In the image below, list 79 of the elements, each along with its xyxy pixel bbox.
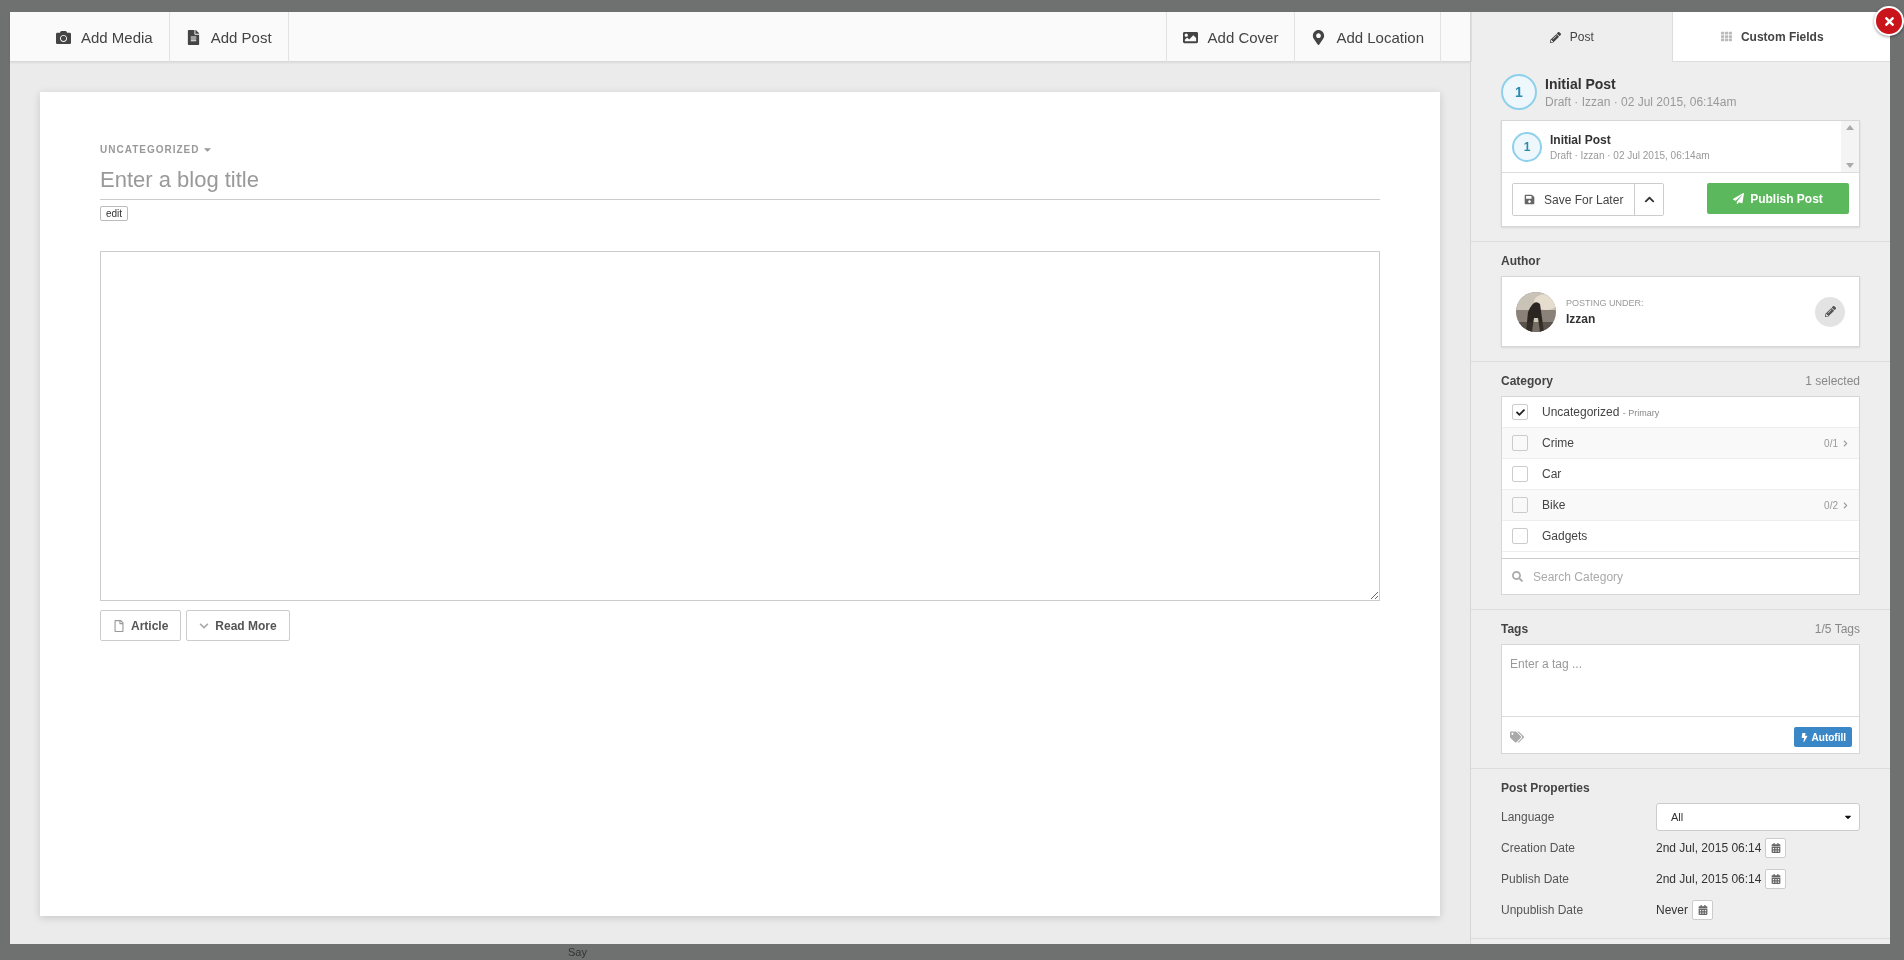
calendar-icon [1697, 905, 1708, 915]
scroll-down-icon[interactable] [1846, 163, 1854, 168]
checkbox[interactable] [1512, 435, 1528, 451]
close-button[interactable] [1874, 6, 1904, 36]
save-icon [1524, 194, 1535, 205]
section-heading: Author [1501, 254, 1541, 268]
category-label: Gadgets [1542, 529, 1589, 543]
editor-button[interactable]: Article [100, 610, 182, 641]
pencil-icon [1824, 306, 1836, 317]
autofill-button[interactable]: Autofill [1793, 727, 1852, 747]
revision-title: Initial Post [1550, 132, 1612, 147]
section-heading: Post Properties [1501, 781, 1590, 795]
revision-meta: Draft · Izzan · 02 Jul 2015, 06:14am [1545, 94, 1737, 109]
checkbox[interactable] [1512, 497, 1528, 513]
send-icon [1733, 193, 1745, 204]
category-label: Uncategorized - Primary [1542, 405, 1661, 419]
author-name: Izzan [1566, 311, 1597, 326]
scrollbar[interactable] [1841, 121, 1859, 172]
image-icon [1182, 29, 1198, 45]
close-icon [1882, 14, 1896, 28]
property-label: Publish Date [1501, 872, 1571, 886]
chevron-right-icon[interactable] [1842, 501, 1849, 509]
bolt-icon [1799, 732, 1809, 742]
revision-title: Initial Post [1545, 75, 1617, 92]
date-value: Never [1656, 903, 1688, 917]
toolbar-button[interactable]: Add Post [169, 12, 289, 62]
calendar-icon [1770, 874, 1781, 884]
expand-button[interactable] [1634, 184, 1664, 215]
chevron-down-icon [199, 620, 210, 631]
search-icon [1512, 571, 1523, 582]
property-label: Creation Date [1501, 841, 1577, 855]
sidebar-tab[interactable]: Post [1471, 12, 1672, 62]
calendar-button[interactable] [1765, 869, 1787, 889]
document-icon [113, 619, 125, 632]
toolbar-button[interactable]: Add Media [40, 12, 170, 62]
chevron-up-icon [1643, 194, 1655, 205]
toolbar-button[interactable]: Add Location [1295, 12, 1441, 62]
author-caption: POSTING UNDER: [1566, 297, 1644, 308]
section-heading: Tags [1501, 622, 1529, 636]
scroll-up-icon[interactable] [1846, 125, 1854, 130]
pencil-icon [1549, 31, 1561, 43]
date-value: 2nd Jul, 2015 06:14 [1656, 872, 1762, 886]
selected-count: 1 selected [1805, 374, 1860, 388]
language-select[interactable]: All [1656, 803, 1860, 831]
revision-number: 1 [1501, 74, 1537, 110]
category-label: Crime [1542, 436, 1575, 450]
property-label: Unpublish Date [1501, 903, 1585, 917]
edit-author-button[interactable] [1815, 296, 1845, 327]
content-field[interactable] [100, 251, 1380, 601]
date-value: 2nd Jul, 2015 06:14 [1656, 841, 1762, 855]
tag-count: 1/5 Tags [1814, 622, 1860, 636]
grid-icon [1720, 31, 1732, 42]
chevron-right-icon[interactable] [1842, 439, 1849, 447]
checkbox[interactable] [1512, 466, 1528, 482]
checkbox[interactable] [1512, 404, 1528, 420]
tags-icon [1510, 730, 1524, 744]
section-heading: Category [1501, 374, 1553, 388]
category-label: Bike [1542, 498, 1567, 512]
map-pin-icon [1311, 29, 1327, 45]
property-label: Language [1501, 810, 1556, 824]
editor-button[interactable]: Read More [186, 610, 290, 641]
calendar-button[interactable] [1765, 838, 1787, 858]
subcategory-count: 0/2 [1824, 499, 1849, 511]
background-text: Say [568, 946, 587, 958]
revision-meta: Draft · Izzan · 02 Jul 2015, 06:14am [1550, 149, 1710, 161]
calendar-button[interactable] [1692, 900, 1713, 920]
category-item[interactable]: Bike 0/2 [1502, 490, 1859, 521]
edit-button[interactable]: edit [100, 206, 129, 221]
category-item[interactable]: Crime 0/1 [1502, 428, 1859, 459]
category-label: Car [1542, 467, 1563, 481]
toolbar-button[interactable]: Add Cover [1165, 12, 1296, 62]
check-icon [1515, 407, 1525, 417]
revision-number: 1 [1512, 131, 1542, 162]
checkbox[interactable] [1512, 528, 1528, 544]
camera-icon [56, 29, 71, 45]
subcategory-count: 0/1 [1824, 437, 1849, 449]
calendar-icon [1770, 843, 1781, 853]
tag-field[interactable]: Enter a tag ... Autofill [1501, 644, 1860, 754]
document-icon [185, 29, 201, 45]
